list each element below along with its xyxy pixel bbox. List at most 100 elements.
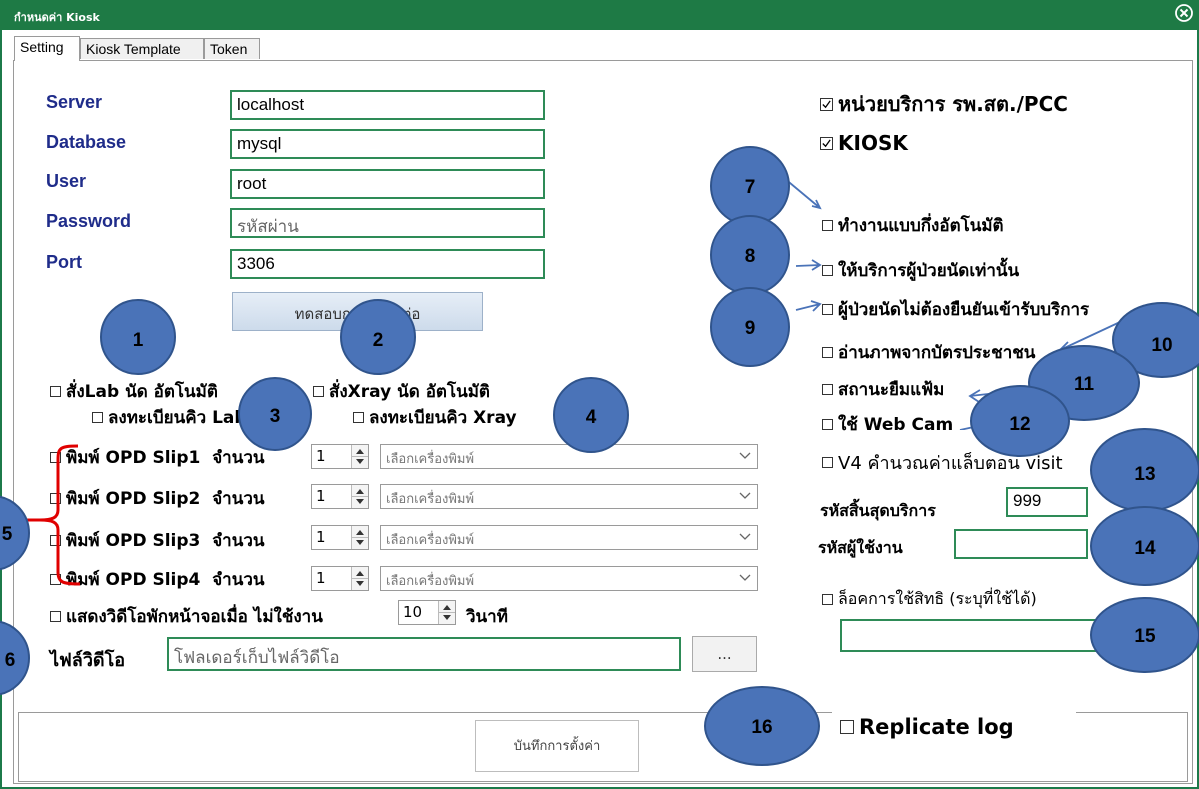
lock-rights-label: ล็อคการใช้สิทธิ (ระบุที่ใช้ได้)	[838, 589, 1037, 608]
stepper-arrows-icon[interactable]	[438, 601, 455, 624]
video-idle-checkbox[interactable]	[50, 611, 61, 622]
slip4-qty-value: 1	[316, 569, 326, 587]
lock-rights-checkbox[interactable]	[822, 594, 833, 605]
slip1-printer-value: เลือกเครื่องพิมพ์	[386, 452, 475, 467]
kiosk-checkbox[interactable]	[820, 136, 833, 150]
video-idle-value: 10	[403, 603, 423, 621]
slip3-qty-stepper[interactable]: 1	[311, 525, 369, 550]
pcc-checkbox[interactable]	[820, 97, 833, 111]
kiosk-label: KIOSK	[838, 131, 908, 155]
chevron-down-icon	[739, 492, 751, 499]
replicate-label: Replicate log	[859, 715, 1014, 739]
lab-register-label: ลงทะเบียนคิว Lab	[108, 408, 247, 428]
stepper-arrows-icon	[352, 489, 368, 504]
user-code-label: รหัสผู้ใช้งาน	[818, 538, 903, 557]
video-idle-label: แสดงวิดีโอพักหน้าจอเมื่อ ไม่ใช้งาน	[66, 607, 323, 627]
slip1-qty-stepper[interactable]: 1	[311, 444, 369, 469]
save-settings-button[interactable]: บันทึกการตั้งค่า	[475, 720, 639, 772]
port-input[interactable]: 3306	[230, 249, 545, 279]
callout-13: 13	[1090, 428, 1199, 512]
replicate-option[interactable]: Replicate log	[840, 715, 1014, 739]
slip2-qty-stepper[interactable]: 1	[311, 484, 369, 509]
user-code-input[interactable]	[954, 529, 1088, 559]
callout-4: 4	[553, 377, 629, 453]
video-idle-stepper[interactable]: 10	[398, 600, 456, 625]
database-input[interactable]: mysql	[230, 129, 545, 159]
slip4-printer-select[interactable]: เลือกเครื่องพิมพ์	[380, 566, 758, 591]
video-idle-option[interactable]: แสดงวิดีโอพักหน้าจอเมื่อ ไม่ใช้งาน	[50, 603, 323, 630]
lab-register-checkbox[interactable]	[92, 412, 103, 423]
stepper-arrows-icon[interactable]	[351, 445, 368, 468]
xray-register-checkbox[interactable]	[353, 412, 364, 423]
checkmark-icon	[822, 138, 831, 147]
slip1-printer-select[interactable]: เลือกเครื่องพิมพ์	[380, 444, 758, 469]
lock-rights-input[interactable]	[840, 619, 1110, 652]
lock-rights-option[interactable]: ล็อคการใช้สิทธิ (ระบุที่ใช้ได้)	[822, 587, 1037, 612]
callout-15: 15	[1090, 597, 1199, 673]
server-input[interactable]: localhost	[230, 90, 545, 120]
lab-register-option[interactable]: ลงทะเบียนคิว Lab	[92, 404, 247, 431]
arrow-9	[795, 300, 822, 312]
video-folder-input[interactable]: โฟลเดอร์เก็บไฟล์วิดีโอ	[167, 637, 681, 671]
xray-auto-option[interactable]: สั่งXray นัด อัตโนมัติ	[313, 378, 490, 405]
slip4-qty-stepper[interactable]: 1	[311, 566, 369, 591]
tab-token[interactable]: Token	[204, 38, 260, 59]
slip2-qty-label: จำนวน	[212, 489, 265, 509]
v4-calc-checkbox[interactable]	[822, 457, 833, 468]
slip1-qty-label: จำนวน	[212, 448, 265, 468]
port-label: Port	[46, 252, 82, 272]
slip3-printer-value: เลือกเครื่องพิมพ์	[386, 533, 475, 548]
kiosk-option[interactable]: KIOSK	[820, 131, 908, 155]
arrow-8	[795, 259, 822, 271]
title-bar: กำหนดค่า Kiosk	[0, 0, 1199, 30]
tab-kiosk-template[interactable]: Kiosk Template	[80, 38, 204, 59]
stepper-arrows-icon[interactable]	[351, 485, 368, 508]
xray-register-option[interactable]: ลงทะเบียนคิว Xray	[353, 404, 517, 431]
callout-16: 16	[704, 686, 820, 766]
callout-7: 7	[710, 146, 790, 226]
pcc-option[interactable]: หน่วยบริการ รพ.สต./PCC	[820, 88, 1068, 120]
xray-auto-checkbox[interactable]	[313, 386, 324, 397]
chevron-down-icon	[739, 574, 751, 581]
callout-14: 14	[1090, 506, 1199, 586]
password-label: Password	[46, 211, 132, 231]
callout-8: 8	[710, 215, 790, 295]
stepper-arrows-icon[interactable]	[351, 567, 368, 590]
end-code-label: รหัสสิ้นสุดบริการ	[820, 501, 936, 520]
stepper-arrows-icon	[439, 605, 455, 620]
stepper-arrows-icon	[352, 530, 368, 545]
end-code-input[interactable]: 999	[1006, 487, 1088, 517]
stepper-arrows-icon	[352, 571, 368, 586]
slip1-qty-value: 1	[316, 447, 326, 465]
replicate-checkbox[interactable]	[840, 720, 854, 734]
close-circle-icon[interactable]	[1174, 3, 1194, 23]
slip2-qty-value: 1	[316, 487, 326, 505]
video-file-label: ไฟล์วิดีโอ	[50, 650, 126, 671]
tab-setting[interactable]: Setting	[14, 36, 80, 61]
slip4-printer-value: เลือกเครื่องพิมพ์	[386, 574, 475, 589]
lab-auto-label: สั่งLab นัด อัตโนมัติ	[66, 382, 218, 402]
checkmark-icon	[822, 99, 831, 108]
pcc-label: หน่วยบริการ รพ.สต./PCC	[838, 92, 1068, 116]
video-idle-unit: วินาที	[466, 607, 508, 627]
password-input[interactable]: รหัสผ่าน	[230, 208, 545, 238]
xray-auto-label: สั่งXray นัด อัตโนมัติ	[329, 382, 490, 402]
xray-register-label: ลงทะเบียนคิว Xray	[369, 408, 517, 428]
callout-9: 9	[710, 287, 790, 367]
user-input[interactable]: root	[230, 169, 545, 199]
browse-button[interactable]: ...	[692, 636, 757, 672]
lab-auto-option[interactable]: สั่งLab นัด อัตโนมัติ	[50, 378, 218, 405]
server-label: Server	[46, 92, 103, 112]
chevron-down-icon	[739, 452, 751, 459]
stepper-arrows-icon[interactable]	[351, 526, 368, 549]
callout-2: 2	[340, 299, 416, 375]
callout-3: 3	[238, 377, 312, 451]
chevron-down-icon	[739, 533, 751, 540]
slip3-qty-label: จำนวน	[212, 531, 265, 551]
slip2-printer-select[interactable]: เลือกเครื่องพิมพ์	[380, 484, 758, 509]
window-title: กำหนดค่า Kiosk	[14, 11, 100, 24]
user-label: User	[46, 171, 87, 191]
callout-1: 1	[100, 299, 176, 375]
lab-auto-checkbox[interactable]	[50, 386, 61, 397]
slip3-printer-select[interactable]: เลือกเครื่องพิมพ์	[380, 525, 758, 550]
